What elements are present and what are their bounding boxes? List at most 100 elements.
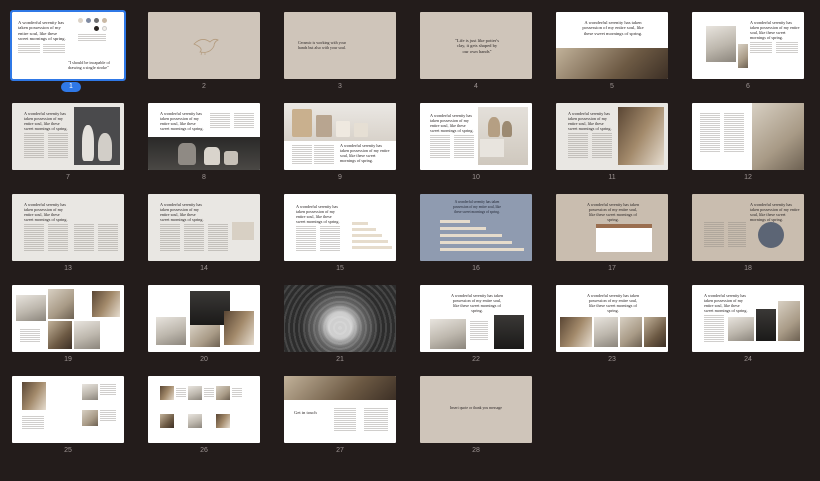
- vases-photo: [74, 107, 120, 165]
- slide-quote: "I should be incapable of drawing a sing…: [68, 60, 110, 70]
- pottery-photo: [430, 319, 466, 349]
- bar: [440, 227, 486, 230]
- slide-title: A wonderful serenity has taken possessio…: [586, 293, 640, 313]
- slide-thumbnail-18[interactable]: A wonderful serenity has taken possessio…: [692, 194, 804, 285]
- slide-preview: A wonderful serenity has taken possessio…: [284, 103, 396, 170]
- slide-preview: A wonderful serenity has taken possessio…: [692, 285, 804, 352]
- body-text: [20, 329, 40, 343]
- slide-title: A wonderful serenity has taken possessio…: [160, 111, 204, 131]
- slide-title: A wonderful serenity has taken possessio…: [18, 20, 66, 42]
- slide-thumbnail-3[interactable]: Ceramic is working with your hands but a…: [284, 12, 396, 103]
- body-text: [204, 388, 214, 398]
- body-text: [100, 384, 116, 396]
- slide-thumbnail-2[interactable]: 2: [148, 12, 260, 103]
- pottery-photo: [556, 48, 668, 79]
- slide-thumbnail-23[interactable]: A wonderful serenity has taken possessio…: [556, 285, 668, 376]
- slide-thumbnail-12[interactable]: 12: [692, 103, 804, 194]
- slide-thumbnail-4[interactable]: "Life is just like potter's clay, it get…: [420, 12, 532, 103]
- slide-title: A wonderful serenity has taken possessio…: [450, 293, 504, 313]
- body-text: [334, 408, 356, 432]
- slide-text: Insert quote or thank you message: [450, 406, 502, 410]
- body-text: [314, 145, 334, 165]
- body-text: [24, 224, 44, 252]
- portrait-photo: [216, 414, 230, 428]
- body-text: [296, 226, 316, 252]
- slide-thumbnail-5[interactable]: A wonderful serenity has taken possessio…: [556, 12, 668, 103]
- body-text: [292, 145, 312, 165]
- cups-photo: [284, 103, 396, 141]
- slide-preview: A wonderful serenity has taken possessio…: [284, 194, 396, 261]
- slide-title: A wonderful serenity has taken possessio…: [430, 113, 474, 133]
- slide-number: 8: [202, 174, 206, 181]
- slide-number: 21: [336, 356, 344, 363]
- slide-preview: A wonderful serenity has taken possessio…: [148, 194, 260, 261]
- slide-preview: [12, 376, 124, 443]
- slide-thumbnail-24[interactable]: A wonderful serenity has taken possessio…: [692, 285, 804, 376]
- pottery-photo: [644, 317, 666, 347]
- slide-thumbnail-10[interactable]: A wonderful serenity has taken possessio…: [420, 103, 532, 194]
- table: [596, 228, 652, 252]
- body-text: [704, 315, 724, 343]
- slide-thumbnail-21[interactable]: 21: [284, 285, 396, 376]
- slide-number: 20: [200, 356, 208, 363]
- slide-number: 27: [336, 447, 344, 454]
- slide-thumbnail-14[interactable]: A wonderful serenity has taken possessio…: [148, 194, 260, 285]
- slide-preview: [148, 12, 260, 79]
- slide-number: 6: [746, 83, 750, 90]
- slide-thumbnail-9[interactable]: A wonderful serenity has taken possessio…: [284, 103, 396, 194]
- slide-title: A wonderful serenity has taken possessio…: [750, 20, 800, 40]
- body-text: [208, 224, 228, 252]
- pots-photo: [148, 137, 260, 170]
- body-text: [160, 224, 180, 252]
- pottery-photo: [48, 321, 72, 349]
- slide-thumbnail-17[interactable]: A wonderful serenity has taken possessio…: [556, 194, 668, 285]
- slide-thumbnail-15[interactable]: A wonderful serenity has taken possessio…: [284, 194, 396, 285]
- bar: [352, 222, 368, 225]
- portrait-photo: [160, 414, 174, 428]
- body-text: [98, 224, 118, 252]
- slide-number: 4: [474, 83, 478, 90]
- slide-thumbnail-8[interactable]: A wonderful serenity has taken possessio…: [148, 103, 260, 194]
- portrait-photo: [216, 386, 230, 400]
- slide-preview: A wonderful serenity has taken possessio…: [10, 10, 126, 81]
- body-text: [210, 113, 230, 129]
- slide-thumbnail-19[interactable]: 19: [12, 285, 124, 376]
- slide-thumbnail-28[interactable]: Insert quote or thank you message 28: [420, 376, 532, 467]
- pottery-photo: [560, 317, 592, 347]
- bowls-photo: [284, 376, 396, 400]
- slide-thumbnail-13[interactable]: A wonderful serenity has taken possessio…: [12, 194, 124, 285]
- slide-thumbnail-6[interactable]: A wonderful serenity has taken possessio…: [692, 12, 804, 103]
- body-text: [430, 135, 450, 159]
- slide-number: 24: [744, 356, 752, 363]
- slide-title: A wonderful serenity has taken possessio…: [750, 202, 800, 222]
- slide-thumbnail-25[interactable]: 25: [12, 376, 124, 467]
- color-swatch: [102, 26, 107, 31]
- slide-number: 5: [610, 83, 614, 90]
- slide-preview: A wonderful serenity has taken possessio…: [692, 12, 804, 79]
- slide-thumbnail-1[interactable]: A wonderful serenity has taken possessio…: [10, 10, 126, 103]
- body-text: [234, 113, 254, 129]
- portrait-photo: [188, 414, 202, 428]
- slide-title: A wonderful serenity has taken possessio…: [568, 111, 612, 131]
- slide-thumbnail-20[interactable]: 20: [148, 285, 260, 376]
- slide-thumbnail-11[interactable]: A wonderful serenity has taken possessio…: [556, 103, 668, 194]
- slide-number: 1: [61, 82, 81, 92]
- body-text: [364, 408, 388, 432]
- slide-preview: [12, 285, 124, 352]
- slide-number: 28: [472, 447, 480, 454]
- body-text: [100, 410, 116, 422]
- slide-thumbnail-7[interactable]: A wonderful serenity has taken possessio…: [12, 103, 124, 194]
- slide-preview: A wonderful serenity has taken possessio…: [420, 285, 532, 352]
- body-text: [22, 416, 44, 430]
- bar: [352, 228, 376, 231]
- slide-title: A wonderful serenity has taken possessio…: [582, 20, 644, 36]
- slide-thumbnail-22[interactable]: A wonderful serenity has taken possessio…: [420, 285, 532, 376]
- slide-preview: A wonderful serenity has taken possessio…: [556, 103, 668, 170]
- slide-thumbnail-27[interactable]: Get in touch 27: [284, 376, 396, 467]
- bar: [440, 241, 512, 244]
- slide-preview: Insert quote or thank you message: [420, 376, 532, 443]
- slide-thumbnail-16[interactable]: A wonderful serenity has taken possessio…: [420, 194, 532, 285]
- bowls-photo: [706, 26, 736, 62]
- slide-preview: A wonderful serenity has taken possessio…: [556, 194, 668, 261]
- slide-thumbnail-26[interactable]: 26: [148, 376, 260, 467]
